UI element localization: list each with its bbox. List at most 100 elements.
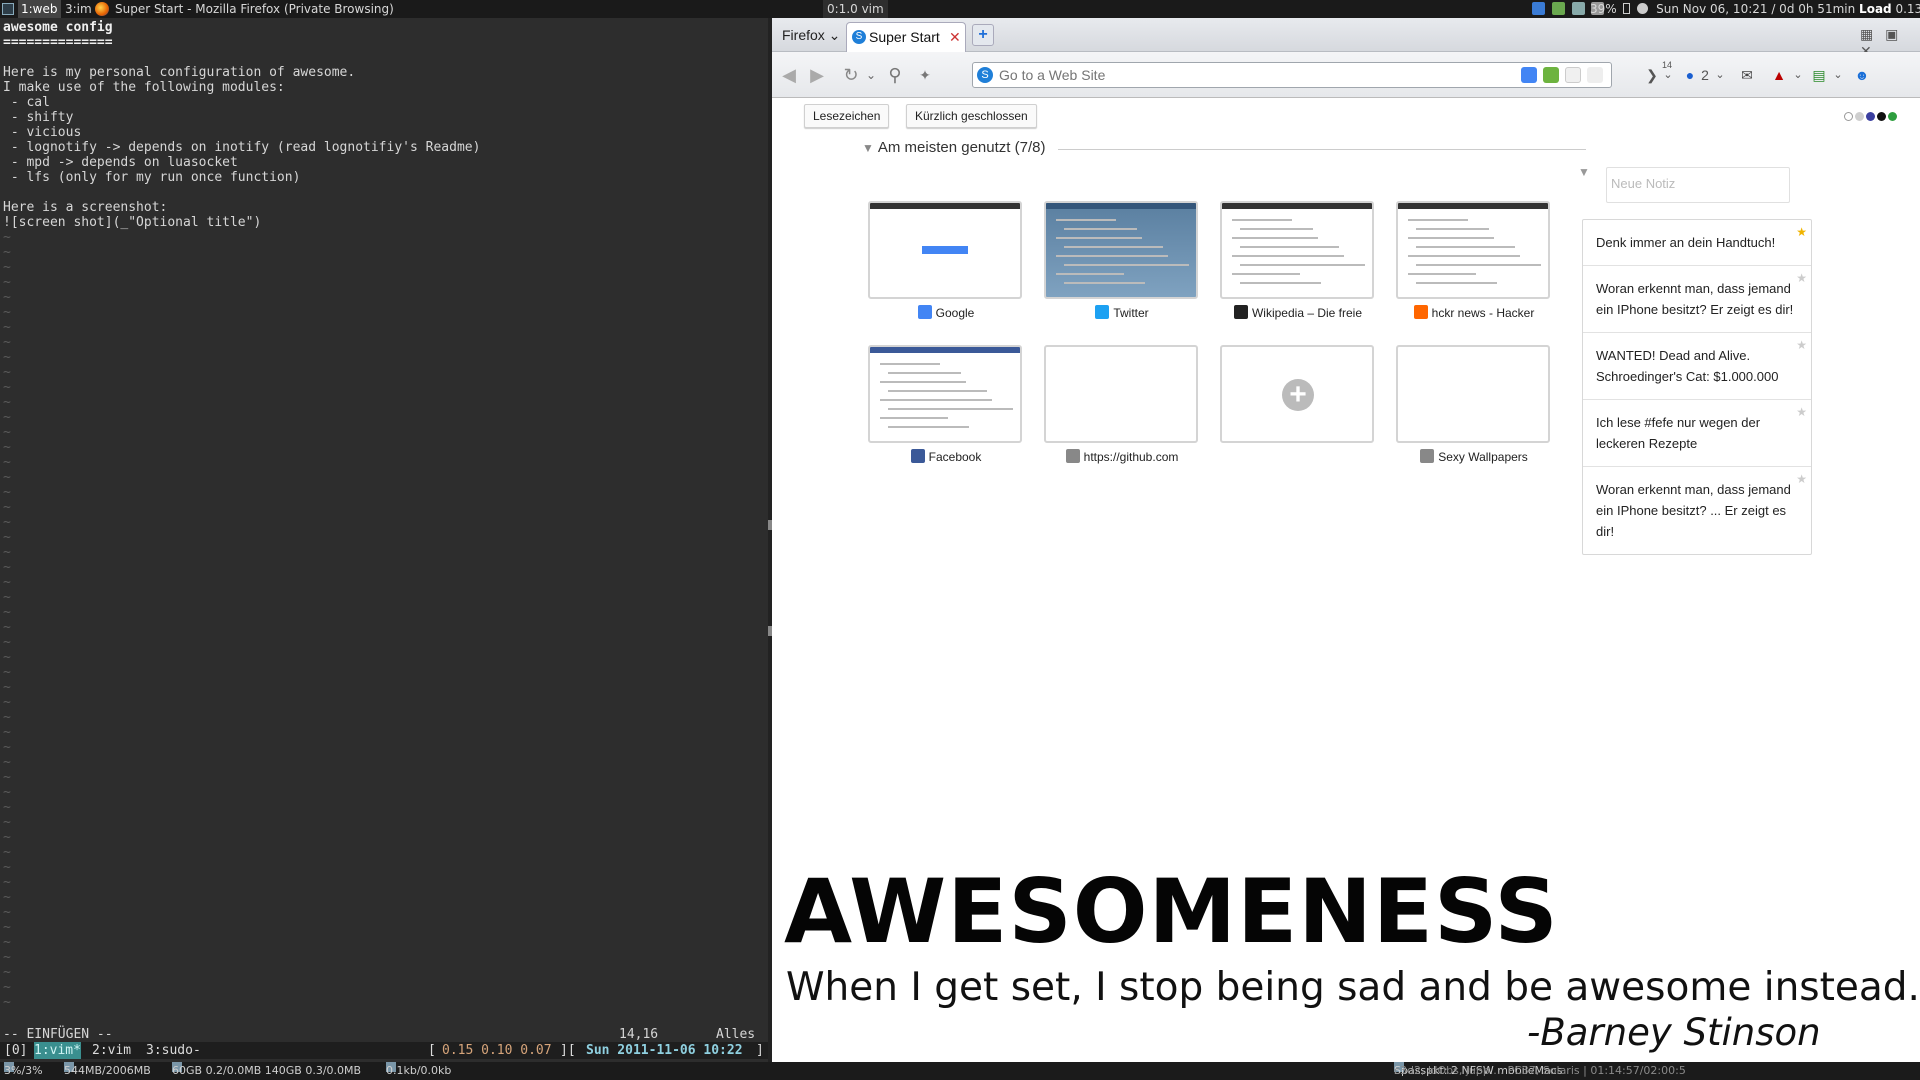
layout-icon[interactable] [2, 3, 14, 15]
url-bar[interactable]: S [972, 62, 1612, 88]
panorama-icon[interactable]: ▣ [1885, 26, 1898, 42]
site-tile[interactable]: + [1220, 345, 1376, 445]
most-visited-header[interactable]: ▼ Am meisten genutzt (7/8) [862, 139, 1045, 156]
back-icon[interactable]: ◀ [776, 62, 802, 88]
site-thumbnail[interactable] [1396, 345, 1550, 443]
bookmark-star-icon[interactable] [1565, 67, 1582, 83]
vim-line[interactable]: awesome config [3, 20, 763, 35]
forward-icon[interactable]: ▶ [804, 62, 830, 88]
add-site-icon[interactable]: + [1282, 379, 1314, 411]
vim-buffer[interactable]: awesome config ============== Here is my p… [3, 20, 763, 1010]
site-title: Twitter [1113, 306, 1149, 320]
theme-dot[interactable] [1844, 112, 1853, 121]
recently-closed-button[interactable]: Kürzlich geschlossen [906, 104, 1037, 128]
note-item[interactable]: ★ Woran erkennt man, dass jemand ein IPho… [1583, 467, 1811, 554]
tag-web[interactable]: 1:web [18, 0, 61, 18]
site-label[interactable]: hckr news - Hacker [1386, 305, 1562, 320]
bluetooth-icon[interactable] [1532, 2, 1545, 15]
site-thumbnail[interactable] [1044, 345, 1198, 443]
star-icon[interactable]: ★ [1796, 402, 1807, 423]
network-icon[interactable] [1551, 2, 1565, 15]
firefox-menu-button[interactable]: Firefox ⌄ [776, 24, 846, 46]
site-label[interactable]: https://github.com [1034, 449, 1210, 464]
tab-super-start[interactable]: S Super Start ✕ [846, 22, 966, 52]
theme-dot[interactable] [1877, 112, 1886, 121]
dropdown-icon[interactable] [1587, 67, 1603, 83]
vim-terminal[interactable]: awesome config ============== Here is my p… [0, 18, 768, 1062]
reload-dropdown-icon[interactable]: ⌄ [858, 62, 884, 88]
tab-groups-icon[interactable]: ▦ [1860, 26, 1873, 42]
collapse-triangle-icon[interactable]: ▼ [862, 141, 874, 155]
theme-dot[interactable] [1888, 112, 1897, 121]
chevron-down-icon[interactable]: ⌄ [1662, 62, 1674, 88]
search-icon[interactable]: ⚲ [882, 62, 908, 88]
site-tile[interactable]: hckr news - Hacker [1396, 201, 1552, 320]
tmux-window-active[interactable]: 1:vim* [34, 1042, 81, 1059]
note-item[interactable]: ★ Woran erkennt man, dass jemand ein IPho… [1583, 266, 1811, 333]
site-thumbnail[interactable] [868, 345, 1022, 443]
user-icon[interactable]: ☻ [1852, 62, 1872, 88]
site-label[interactable]: Wikipedia – Die freie [1210, 305, 1386, 320]
site-tile[interactable]: Google [868, 201, 1024, 320]
vim-line[interactable]: Here is my personal configuration of awe… [3, 65, 763, 80]
vim-line[interactable]: - cal [3, 95, 763, 110]
site-thumbnail[interactable] [1396, 201, 1550, 299]
taskbar-window-title[interactable]: Super Start - Mozilla Firefox (Private B… [115, 0, 394, 18]
vim-line[interactable]: ============== [3, 35, 763, 50]
site-tile[interactable]: Twitter [1044, 201, 1200, 320]
bookmarks-button[interactable]: Lesezeichen [804, 104, 890, 128]
vim-line[interactable]: - shifty [3, 110, 763, 125]
site-tile[interactable]: Wikipedia – Die freie [1220, 201, 1376, 320]
addon-icon[interactable] [1543, 67, 1560, 83]
star-icon[interactable]: ★ [1796, 222, 1807, 243]
theme-dot[interactable] [1855, 112, 1864, 121]
star-icon[interactable]: ★ [1796, 469, 1807, 490]
vim-line[interactable]: - mpd -> depends on luasocket [3, 155, 763, 170]
vim-line[interactable]: - lognotify -> depends on inotify (read … [3, 140, 763, 155]
notes-collapse-icon[interactable]: ▼ [1578, 165, 1590, 179]
chevron-down-icon[interactable]: ⌄ [1714, 62, 1726, 88]
mail-icon[interactable]: ✉ [1734, 62, 1760, 88]
chevron-down-icon[interactable]: ⌄ [1832, 62, 1844, 88]
chevron-down-icon[interactable]: ⌄ [1792, 62, 1804, 88]
briefcase-icon[interactable]: ▤ [1808, 62, 1830, 88]
star-icon[interactable]: ★ [1796, 268, 1807, 289]
note-item[interactable]: ★ WANTED! Dead and Alive. Schroedinger's … [1583, 333, 1811, 400]
site-thumbnail[interactable]: + [1220, 345, 1374, 443]
chat-icon[interactable] [1571, 2, 1585, 15]
site-label[interactable]: Sexy Wallpapers [1386, 449, 1562, 464]
site-label[interactable]: Google [858, 305, 1034, 320]
sync-icon[interactable]: ● [1682, 62, 1698, 88]
vim-line[interactable] [3, 185, 763, 200]
site-identity-icon[interactable]: S [977, 67, 993, 83]
new-note-input[interactable]: Neue Notiz [1606, 167, 1790, 203]
site-thumbnail[interactable] [1044, 201, 1198, 299]
tools-icon[interactable]: ✦ [912, 62, 938, 88]
tag-im[interactable]: 3:im [62, 0, 95, 18]
extension-arrow-icon[interactable]: ❯ [1642, 62, 1662, 88]
vim-line[interactable]: I make use of the following modules: [3, 80, 763, 95]
vim-line[interactable]: - vicious [3, 125, 763, 140]
site-tile[interactable]: https://github.com [1044, 345, 1200, 464]
vim-line[interactable]: Here is a screenshot: [3, 200, 763, 215]
site-tile[interactable]: Facebook [868, 345, 1024, 464]
site-label[interactable]: Facebook [858, 449, 1034, 464]
site-label[interactable]: Twitter [1034, 305, 1210, 320]
site-thumbnail[interactable] [1220, 201, 1374, 299]
hat-icon[interactable]: ▲ [1766, 62, 1792, 88]
tmux-window-2[interactable]: 2:vim [92, 1042, 131, 1059]
close-tab-icon[interactable]: ✕ [949, 23, 961, 51]
star-icon[interactable]: ★ [1796, 335, 1807, 356]
new-tab-button[interactable]: + [972, 24, 994, 46]
theme-dot[interactable] [1866, 112, 1875, 121]
site-tile[interactable]: Sexy Wallpapers [1396, 345, 1552, 464]
vim-line[interactable]: - lfs (only for my run once function) [3, 170, 763, 185]
vim-line[interactable]: ![screen shot](_"Optional title") [3, 215, 763, 230]
vim-line[interactable] [3, 50, 763, 65]
google-icon[interactable] [1521, 67, 1538, 83]
url-input[interactable] [999, 65, 1499, 85]
tmux-window-3[interactable]: 3:sudo- [146, 1042, 201, 1059]
site-thumbnail[interactable] [868, 201, 1022, 299]
note-item[interactable]: ★ Denk immer an dein Handtuch! [1583, 220, 1811, 266]
note-item[interactable]: ★ Ich lese #fefe nur wegen der leckeren R… [1583, 400, 1811, 467]
